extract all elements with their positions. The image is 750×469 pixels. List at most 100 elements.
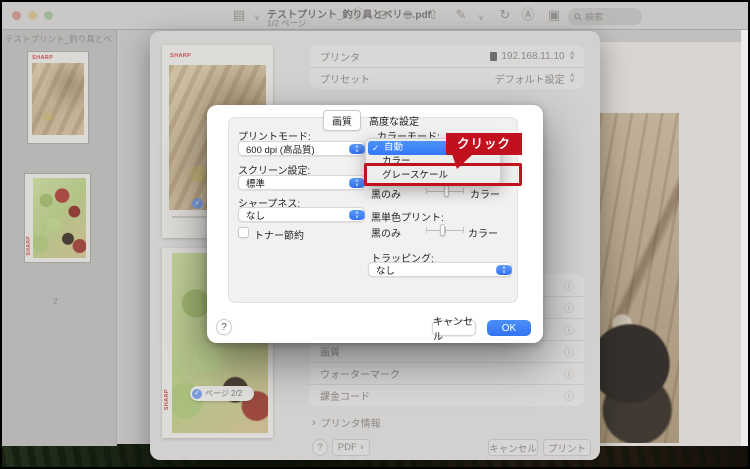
pdf-label: PDF [338,442,357,453]
search-icon [574,13,582,21]
page-count-label: ページ 2/2 [205,388,242,399]
stepper-icon: ∧∨ [349,144,365,155]
sharpness-dropdown[interactable]: なし ∧∨ [238,207,365,222]
print-mode-dropdown[interactable]: 600 dpi (高品質) ∧∨ [238,141,365,156]
page-1-thumbnail-image [32,63,84,135]
stepper-icon: ∧∨ [349,178,365,189]
info-icon[interactable]: ⓘ [349,8,367,22]
printer-row[interactable]: プリンタ 192.168.11.10 ∧∨ [310,45,584,67]
info-icon[interactable]: ⓘ [564,366,574,381]
sidebar-chevron-icon[interactable]: ∨ [248,11,266,25]
rotate-icon[interactable]: ↻ [496,8,514,22]
page-indicator: 1/2 ページ [267,17,307,29]
close-window-button[interactable] [12,11,21,20]
color-adjust-left-label: 黒のみ [371,186,401,201]
stepper-icon[interactable]: ∧∨ [569,74,575,83]
toolbar: ▤ ∨ テストプリント_釣り具とベリー.pdf 1/2 ページ ⓘ ⊖ ⊕ ⇧ … [0,0,750,30]
annotation-balloon: クリック [446,133,522,155]
slider-thumb[interactable] [444,185,449,197]
share-icon[interactable]: ⇧ [424,8,442,22]
sharp-logo: SHARP [26,236,32,256]
disclosure-icon: › [312,417,316,429]
fishing-reel-photo [600,113,679,443]
info-icon[interactable]: ⓘ [564,300,574,315]
info-icon[interactable]: ⓘ [564,388,574,403]
document-page-preview [600,42,741,446]
printer-settings-group: プリンタ 192.168.11.10 ∧∨ プリセット デフォルト設定 ∧∨ [310,45,584,89]
sheet-help-button[interactable]: ? [312,439,328,456]
toner-save-checkbox[interactable] [238,227,249,238]
page-1-check-badge: ✓ [192,198,203,209]
color-adjust-slider[interactable] [426,185,464,197]
annotate-icon[interactable]: Ⓐ [519,8,537,22]
annotation-balloon-tail [446,154,486,170]
slider-thumb[interactable] [440,224,445,236]
sharp-logo: SHARP [170,53,191,59]
screen-setting-value: 標準 [246,176,265,190]
minimize-window-button[interactable] [28,11,37,20]
zoom-window-button[interactable] [44,11,53,20]
search-input[interactable]: 検索 [568,8,642,25]
option-label: 課金コード [320,388,370,403]
check-icon: ✓ [192,389,202,399]
sheet-print-button[interactable]: プリント [543,439,591,456]
page-1-thumbnail[interactable]: SHARP [28,52,88,143]
stepper-icon: ∧∨ [349,210,365,221]
markup-chevron-icon[interactable]: ∨ [472,11,490,25]
trapping-dropdown[interactable]: なし ∧∨ [368,262,512,277]
preview-app-window: ▤ ∨ テストプリント_釣り具とベリー.pdf 1/2 ページ ⓘ ⊖ ⊕ ⇧ … [0,0,750,469]
info-icon[interactable]: ⓘ [564,344,574,359]
preset-label: プリセット [320,71,370,86]
cancel-button[interactable]: キャンセル [432,320,476,336]
info-icon[interactable]: ⓘ [564,278,574,293]
menu-item-label: 自動 [384,142,403,153]
printer-label: プリンタ [320,49,360,64]
sharpness-value: なし [246,208,265,222]
screen-setting-dropdown[interactable]: 標準 ∧∨ [238,175,365,190]
zoom-in-icon[interactable]: ⊕ [399,8,417,22]
page-2-number-label: 2 [53,296,58,306]
black-only-print-label: 黒単色プリント: [371,209,444,224]
print-mode-value: 600 dpi (高品質) [246,142,315,156]
printer-info-label: プリンタ情報 [321,415,381,430]
preset-value: デフォルト設定 [495,71,565,86]
zoom-out-icon[interactable]: ⊖ [374,8,392,22]
printer-icon [490,52,497,61]
info-icon[interactable]: ⓘ [564,322,574,337]
markup-icon[interactable]: ✎ [452,8,470,22]
sidebar-doc-title: テストプリント_釣り具とベ… [5,33,113,45]
sidebar-toggle-icon[interactable]: ▤ [230,8,248,22]
printer-value: 192.168.11.10 [501,51,564,62]
option-row-quality[interactable]: 画質 ⓘ [310,340,584,362]
printer-info-disclosure[interactable]: › プリンタ情報 [312,415,381,430]
scroll-area-edge [741,30,750,446]
sheet-cancel-button[interactable]: キャンセル [488,439,538,456]
page-2-thumbnail[interactable]: SHARP [25,174,90,262]
sharp-logo: SHARP [164,389,170,410]
option-label: 画質 [320,344,340,359]
ok-button[interactable]: OK [487,320,531,336]
sharp-logo: SHARP [32,55,53,61]
toner-save-label: トナー節約 [254,227,304,242]
tab-image-quality[interactable]: 画質 [323,110,361,131]
check-icon: ✓ [372,141,379,155]
tab-advanced-settings[interactable]: 高度な設定 [361,111,427,130]
stepper-icon: ∧∨ [496,265,512,276]
trapping-value: なし [376,263,395,277]
color-adjust-right-label: カラー [470,186,500,201]
thumbnail-sidebar: テストプリント_釣り具とベ… SHARP 1 SHARP 2 [0,30,117,446]
page-2-thumbnail-image [33,178,86,258]
dialog-help-button[interactable]: ? [216,319,232,335]
search-placeholder: 検索 [585,10,603,23]
option-row-billing-code[interactable]: 課金コード ⓘ [310,384,584,406]
black-only-right-label: カラー [468,225,498,240]
black-only-slider[interactable] [426,224,464,236]
chevron-down-icon: ∨ [360,444,364,451]
annotation-highlight-rect [364,163,522,186]
stepper-icon[interactable]: ∧∨ [569,52,575,61]
option-row-watermark[interactable]: ウォーターマークⓘ [310,362,584,384]
pdf-menu-button[interactable]: PDF ∨ [332,439,370,456]
tab-bar: 画質 高度な設定 [323,110,427,131]
textbox-icon[interactable]: ▣ [545,8,563,22]
preset-row[interactable]: プリセット デフォルト設定 ∧∨ [310,67,584,89]
